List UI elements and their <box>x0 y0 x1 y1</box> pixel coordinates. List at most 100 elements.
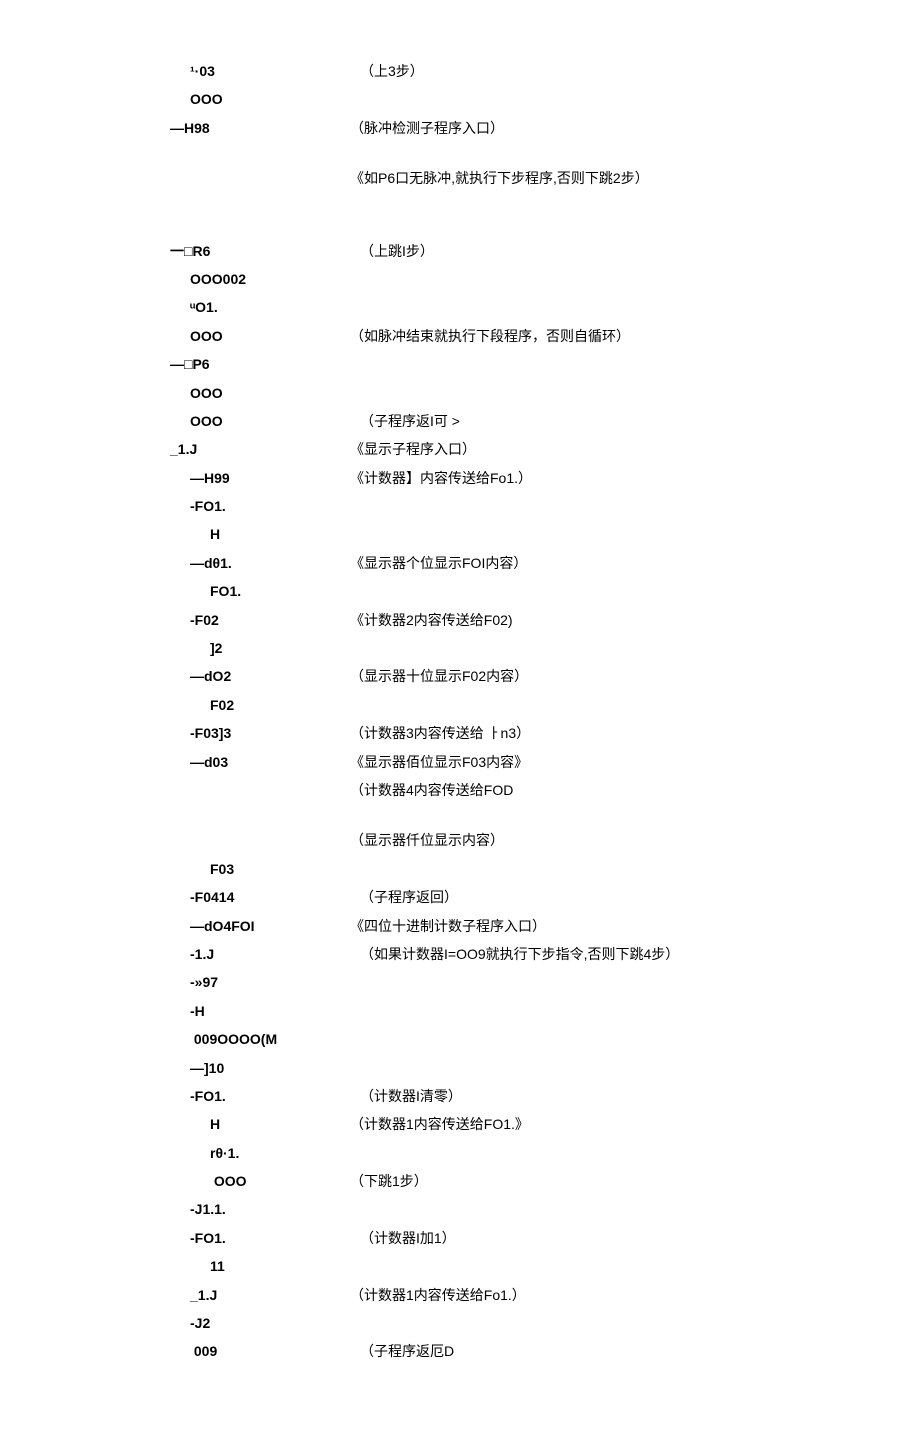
code-cell: 009OOOO(M <box>0 1028 350 1050</box>
code-row: _1.J（计数器1内容传送给Fo1.） <box>0 1284 920 1306</box>
code-row: —dθ1.《显示器个位显示FOI内容） <box>0 552 920 574</box>
code-row: 一□R6（上跳I步） <box>0 240 920 262</box>
code-cell: -»97 <box>0 971 350 993</box>
code-cell: ]2 <box>0 637 350 659</box>
comment-cell: （如果计数器I=OO9就执行下步指令,否则下跳4步） <box>350 943 920 965</box>
code-cell: 009 <box>0 1340 350 1362</box>
code-row: rθ·1. <box>0 1142 920 1164</box>
code-row: —H99《计数器】内容传送给Fo1.） <box>0 467 920 489</box>
comment-cell: 《四位十进制计数子程序入口） <box>350 915 920 937</box>
code-row: —dO2（显示器十位显示F02内容） <box>0 665 920 687</box>
code-row: OOO（如脉冲结束就执行下段程序，否则自循环） <box>0 325 920 347</box>
code-cell: OOO <box>0 410 350 432</box>
code-row: F03 <box>0 858 920 880</box>
comment-cell: （下跳1步） <box>350 1170 920 1192</box>
code-cell: —dO2 <box>0 665 350 687</box>
code-cell: —□P6 <box>0 353 350 375</box>
comment-cell: 《显示子程序入口） <box>350 438 920 460</box>
code-cell: -1.J <box>0 943 350 965</box>
code-cell: rθ·1. <box>0 1142 350 1164</box>
comment-cell: （子程序返回） <box>350 886 920 908</box>
code-row: -FO1. <box>0 495 920 517</box>
code-row: 009OOOO(M <box>0 1028 920 1050</box>
blank-line <box>0 196 920 218</box>
code-cell: -F02 <box>0 609 350 631</box>
code-cell: —H99 <box>0 467 350 489</box>
code-row: ]2 <box>0 637 920 659</box>
code-row: —□P6 <box>0 353 920 375</box>
code-row: ¹·03（上3步） <box>0 60 920 82</box>
code-row: FO1. <box>0 580 920 602</box>
code-row: -FO1.（计数器I加1） <box>0 1227 920 1249</box>
blank-line <box>0 218 920 240</box>
code-row: ᵘO1. <box>0 296 920 318</box>
code-cell: OOO002 <box>0 268 350 290</box>
code-cell: F02 <box>0 694 350 716</box>
code-cell: —H98 <box>0 117 350 139</box>
code-row: OOO（下跳1步） <box>0 1170 920 1192</box>
code-row: 11 <box>0 1255 920 1277</box>
code-row: OOO <box>0 382 920 404</box>
comment-cell: （显示器仟位显示内容） <box>350 829 920 851</box>
code-cell: -F03]3 <box>0 722 350 744</box>
code-row: —H98（脉冲检测子程序入口） <box>0 117 920 139</box>
comment-cell: （计数器I加1） <box>350 1227 920 1249</box>
comment-cell: 《计数器】内容传送给Fo1.） <box>350 467 920 489</box>
code-row: H（计数器1内容传送给FO1.》 <box>0 1113 920 1135</box>
code-row: -1.J（如果计数器I=OO9就执行下步指令,否则下跳4步） <box>0 943 920 965</box>
comment-cell: （上跳I步） <box>350 240 920 262</box>
code-row: -»97 <box>0 971 920 993</box>
code-row: OOO <box>0 88 920 110</box>
code-cell: _1.J <box>0 438 350 460</box>
comment-cell: （计数器1内容传送给FO1.》 <box>350 1113 920 1135</box>
code-row: -FO1.（计数器I清零） <box>0 1085 920 1107</box>
code-row: -F0414（子程序返回） <box>0 886 920 908</box>
comment-cell: （计数器I清零） <box>350 1085 920 1107</box>
comment-cell: （计数器4内容传送给FOD <box>350 779 920 801</box>
code-cell: -FO1. <box>0 1085 350 1107</box>
code-cell: OOO <box>0 325 350 347</box>
comment-cell: 《显示器个位显示FOI内容） <box>350 552 920 574</box>
code-row: -F03]3（计数器3内容传送给 ㅏn3） <box>0 722 920 744</box>
code-cell: -J2 <box>0 1312 350 1334</box>
code-cell: -J1.1. <box>0 1198 350 1220</box>
code-cell: ¹·03 <box>0 60 350 82</box>
code-row: -H <box>0 1000 920 1022</box>
comment-cell: 《如P6口无脉冲,就执行下步程序,否则下跳2步） <box>350 167 920 189</box>
code-cell: 11 <box>0 1255 350 1277</box>
code-row: OOO（子程序返I可 > <box>0 410 920 432</box>
code-row: _1.J《显示子程序入口） <box>0 438 920 460</box>
comment-cell: （上3步） <box>350 60 920 82</box>
code-row: H <box>0 523 920 545</box>
code-cell: —dθ1. <box>0 552 350 574</box>
code-cell: OOO <box>0 382 350 404</box>
code-cell: -H <box>0 1000 350 1022</box>
comment-cell: （子程序返I可 > <box>350 410 920 432</box>
code-row: —d03《显示器佰位显示F03内容》 <box>0 751 920 773</box>
blank-line <box>0 145 920 167</box>
code-row: 《如P6口无脉冲,就执行下步程序,否则下跳2步） <box>0 167 920 189</box>
code-cell: FO1. <box>0 580 350 602</box>
code-cell: 一□R6 <box>0 240 350 262</box>
code-cell: _1.J <box>0 1284 350 1306</box>
comment-cell: （如脉冲结束就执行下段程序，否则自循环） <box>350 325 920 347</box>
code-cell: —d03 <box>0 751 350 773</box>
code-cell: OOO <box>0 88 350 110</box>
comment-cell: （计数器3内容传送给 ㅏn3） <box>350 722 920 744</box>
code-cell: ᵘO1. <box>0 296 350 318</box>
code-row: —dO4FOI《四位十进制计数子程序入口） <box>0 915 920 937</box>
code-row: OOO002 <box>0 268 920 290</box>
code-cell: H <box>0 523 350 545</box>
code-row: （显示器仟位显示内容） <box>0 829 920 851</box>
code-row: -F02《计数器2内容传送给F02) <box>0 609 920 631</box>
code-cell: OOO <box>0 1170 350 1192</box>
comment-cell: （子程序返厄D <box>350 1340 920 1362</box>
code-cell: -F0414 <box>0 886 350 908</box>
code-row: -J1.1. <box>0 1198 920 1220</box>
code-cell: F03 <box>0 858 350 880</box>
comment-cell: （显示器十位显示F02内容） <box>350 665 920 687</box>
comment-cell: 《计数器2内容传送给F02) <box>350 609 920 631</box>
code-cell: H <box>0 1113 350 1135</box>
code-row: 009（子程序返厄D <box>0 1340 920 1362</box>
code-row: （计数器4内容传送给FOD <box>0 779 920 801</box>
